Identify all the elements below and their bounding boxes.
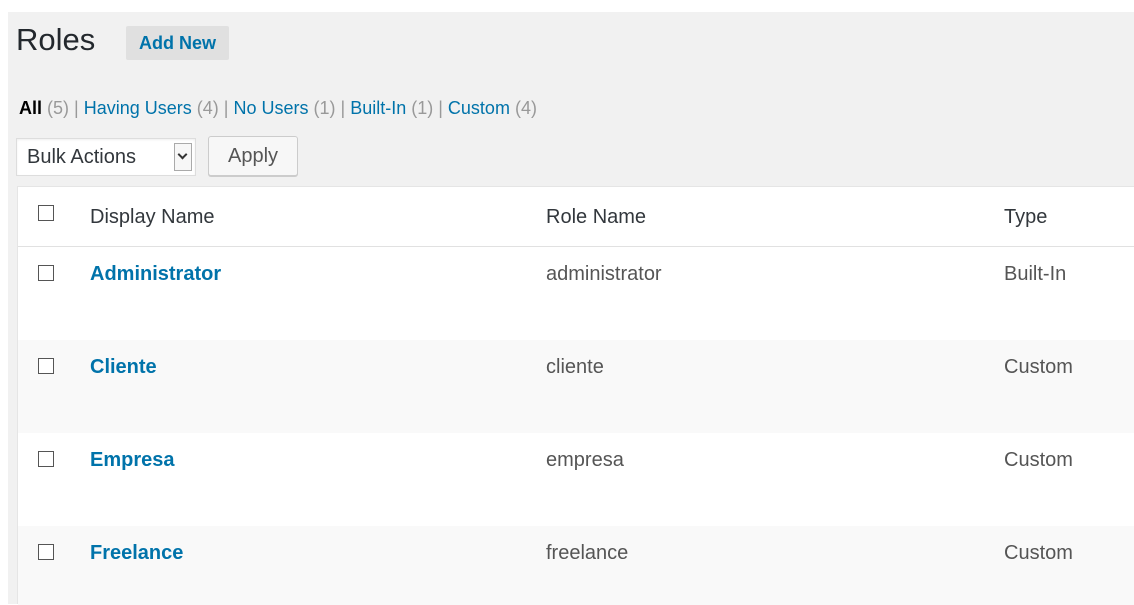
filter-having-users-label: Having Users: [83, 98, 192, 118]
filter-built-in[interactable]: Built-In (1): [350, 98, 433, 118]
role-display-name-link[interactable]: Cliente: [90, 355, 157, 379]
filter-built-in-count: (1): [411, 98, 434, 118]
filter-all-label: All: [19, 98, 43, 118]
table-row: Administrator administrator Built-In: [18, 247, 1134, 340]
add-new-button[interactable]: Add New: [126, 26, 230, 60]
role-name: empresa: [546, 449, 624, 471]
role-display-name-link[interactable]: Administrator: [90, 262, 221, 286]
filter-no-users[interactable]: No Users (1): [233, 98, 335, 118]
select-all-checkbox[interactable]: [38, 205, 54, 221]
page-title: Roles: [16, 22, 96, 57]
filter-having-users-count: (4): [196, 98, 219, 118]
row-checkbox[interactable]: [38, 358, 54, 374]
filter-separator: |: [223, 98, 229, 118]
role-type: Custom: [1004, 356, 1073, 378]
row-checkbox[interactable]: [38, 451, 54, 467]
filter-separator: |: [438, 98, 443, 118]
chevron-down-icon[interactable]: [174, 143, 192, 171]
filter-no-users-label: No Users: [233, 98, 309, 118]
roles-table: Display Name Role Name Type Administrato…: [17, 186, 1134, 605]
row-checkbox[interactable]: [38, 265, 54, 281]
table-row: Cliente cliente Custom: [18, 340, 1134, 433]
role-display-name-link[interactable]: Freelance: [90, 541, 183, 565]
bulk-actions-selected: Bulk Actions: [27, 146, 136, 168]
filter-custom[interactable]: Custom (4): [448, 98, 537, 118]
filter-all-count: (5): [47, 98, 70, 118]
role-type: Custom: [1004, 542, 1073, 564]
role-name: administrator: [546, 263, 662, 285]
role-name: cliente: [546, 356, 604, 378]
column-header-role-name[interactable]: Role Name: [546, 205, 646, 229]
roles-page: Roles Add New All (5) | Having Users (4) | N…: [8, 12, 1134, 605]
bulk-actions-select[interactable]: Bulk Actions: [16, 138, 196, 176]
filter-custom-label: Custom: [447, 98, 510, 118]
column-header-display-name[interactable]: Display Name: [90, 205, 214, 229]
apply-button[interactable]: Apply: [208, 136, 298, 176]
filter-all[interactable]: All (5): [19, 98, 69, 118]
role-type: Built-In: [1004, 263, 1067, 285]
role-filter-links: All (5) | Having Users (4) | No Users (1) | Bu…: [19, 97, 537, 119]
table-header: Display Name Role Name Type: [18, 187, 1134, 247]
filter-separator: |: [74, 98, 79, 118]
filter-no-users-count: (1): [313, 98, 336, 118]
role-display-name-link[interactable]: Empresa: [90, 448, 175, 472]
filter-having-users[interactable]: Having Users (4): [84, 98, 219, 118]
table-row: Freelance freelance Custom: [18, 526, 1134, 605]
column-header-type[interactable]: Type: [1004, 205, 1047, 229]
filter-separator: |: [340, 98, 346, 118]
table-row: Empresa empresa Custom: [18, 433, 1134, 526]
filter-custom-count: (4): [514, 98, 537, 118]
row-checkbox[interactable]: [38, 544, 54, 560]
role-name: freelance: [546, 542, 629, 564]
filter-built-in-label: Built-In: [350, 98, 407, 118]
role-type: Custom: [1004, 449, 1073, 471]
